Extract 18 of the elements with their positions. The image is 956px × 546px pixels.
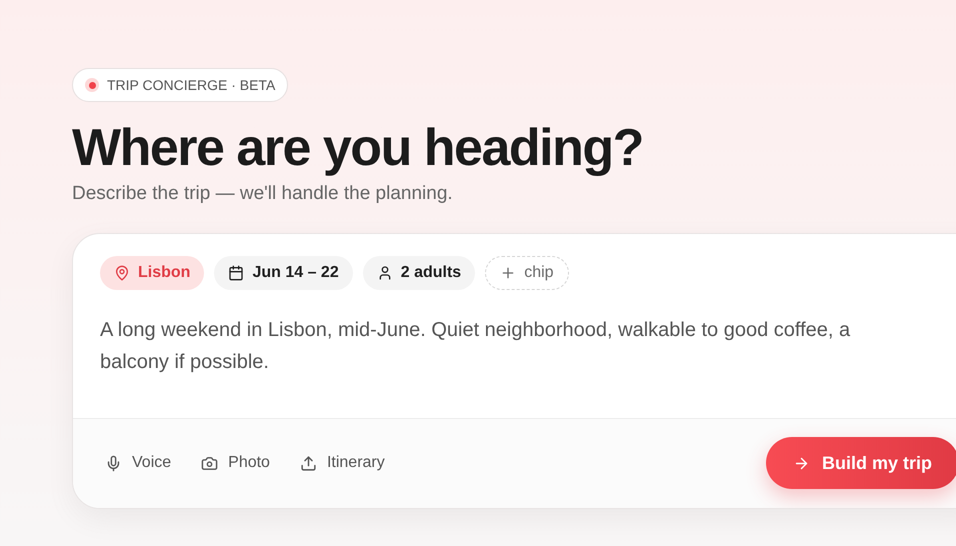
filter-chip[interactable]: Lisbon [100,256,204,290]
add-chip-button[interactable]: chip [485,256,569,290]
trip-description[interactable]: A long weekend in Lisbon, mid-June. Quiet neighborhood, walkable to good coffee, a balcony if possible. [73,314,956,378]
page-heading: Where are you heading? [72,118,644,178]
build-trip-button[interactable]: Build my trip [766,437,956,489]
tool-button[interactable]: Itinerary [300,451,385,475]
microphone-icon [105,454,122,472]
filter-chip[interactable]: Jun 14 – 22 [214,256,353,290]
beta-badge: TRIP CONCIERGE · BETA [72,68,288,102]
map-pin-icon [114,264,130,280]
upload-icon [300,454,317,472]
tool-button[interactable]: Photo [201,451,270,475]
tool-button[interactable]: Voice [105,451,172,475]
filter-chip[interactable]: 2 adults [362,256,476,290]
page-subtitle: Describe the trip — we'll handle the planning. [72,182,454,206]
calendar-icon [228,264,244,280]
camera-icon [201,454,218,472]
person-icon [376,264,393,280]
